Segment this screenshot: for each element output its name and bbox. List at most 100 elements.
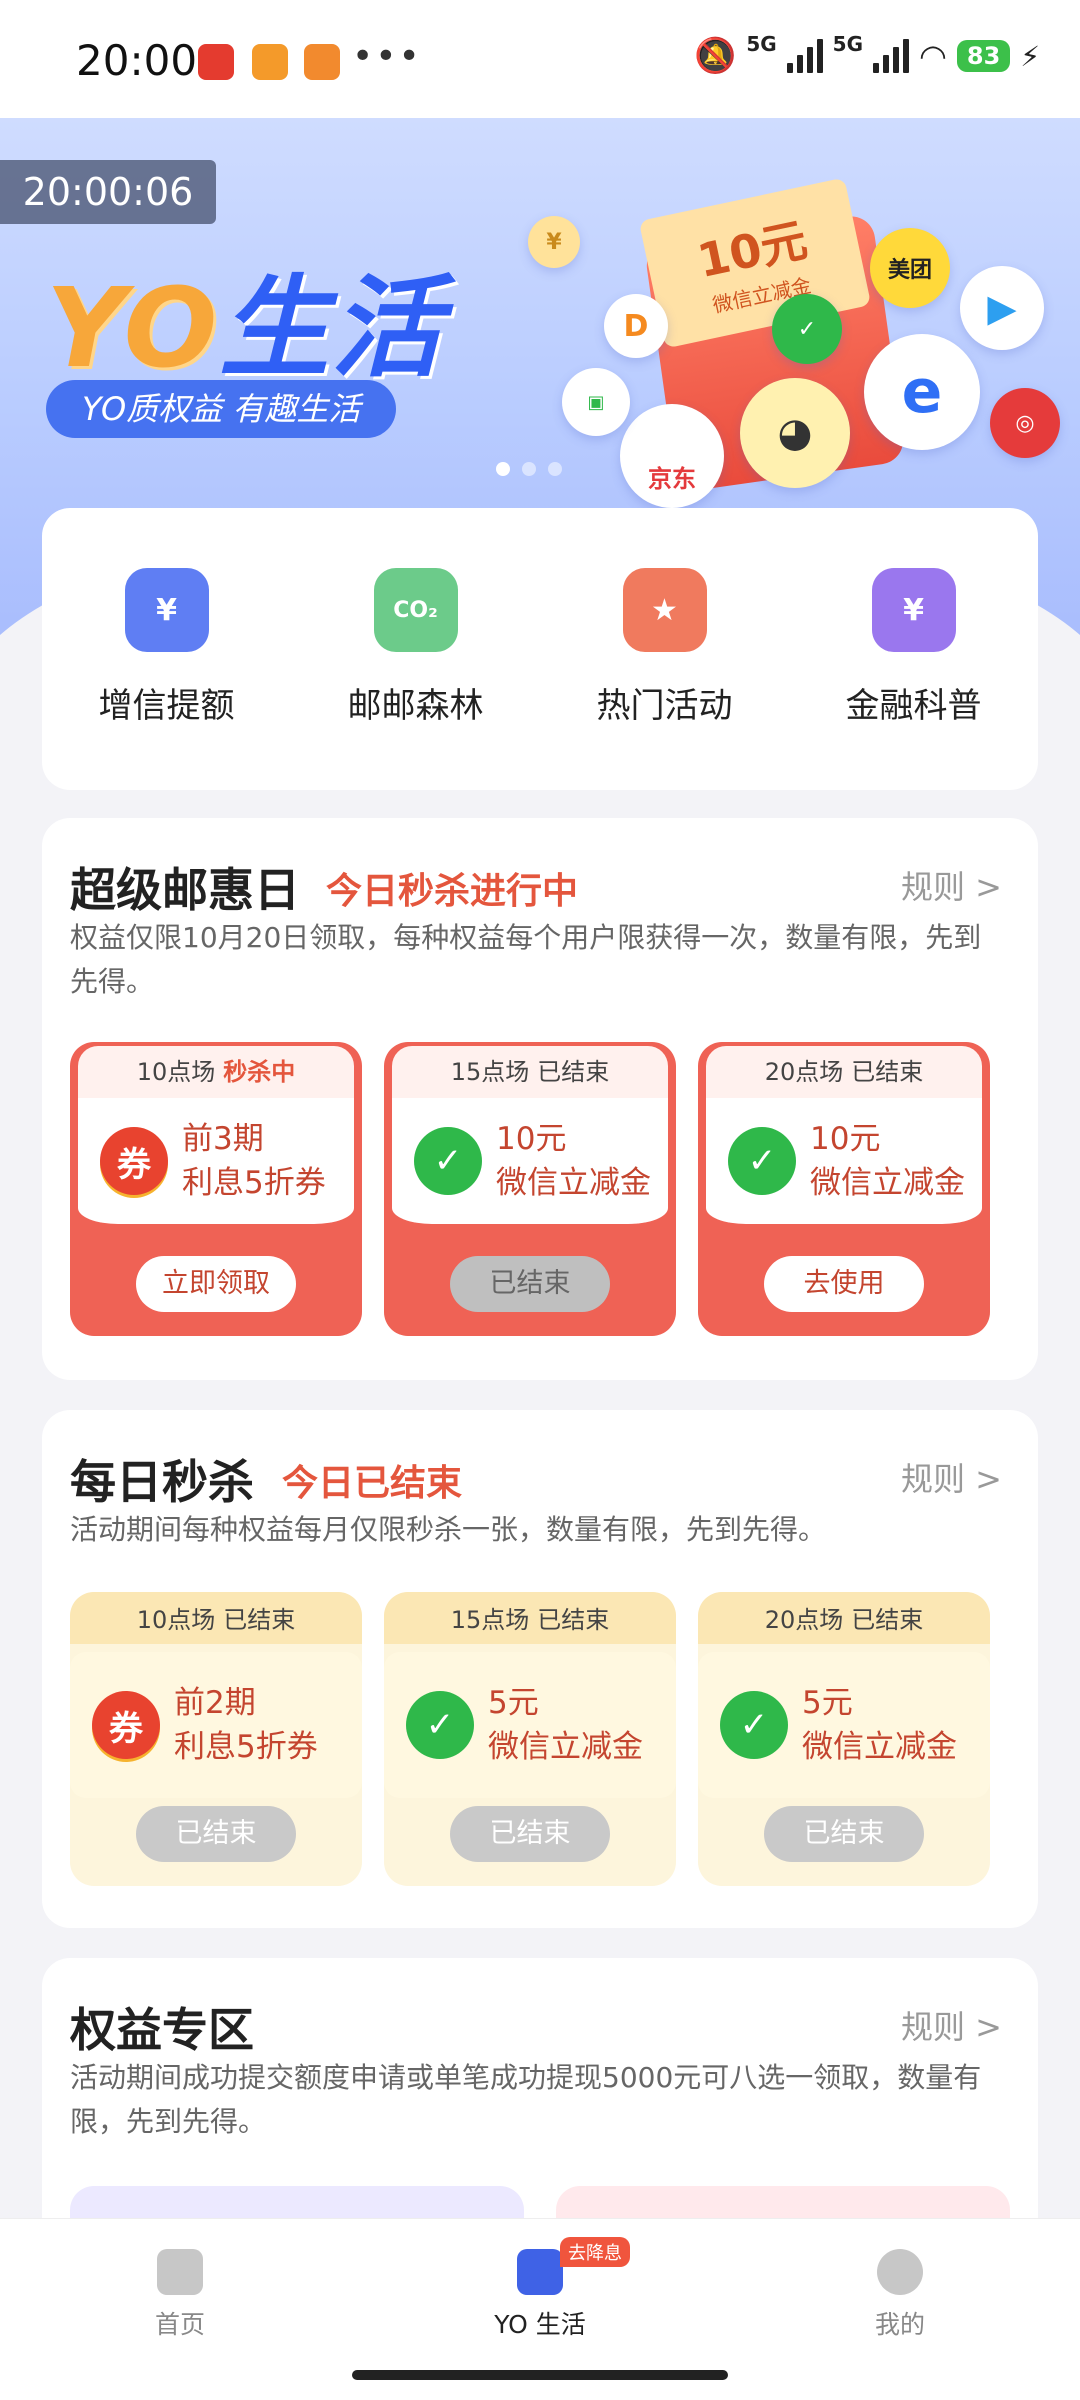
quick-item-label: 金融科普 bbox=[845, 686, 982, 726]
jd-logo: 京东 bbox=[620, 404, 724, 508]
nav-label: 首页 bbox=[154, 2310, 205, 2339]
ticket-body: ✓ 10元 微信立减金 bbox=[392, 1098, 668, 1224]
signal-icon-1 bbox=[786, 39, 823, 73]
ticket-state: 已结束 bbox=[851, 1606, 924, 1634]
quick-item-forest[interactable]: CO₂ 邮邮森林 bbox=[316, 568, 516, 790]
nav-home[interactable]: 首页 bbox=[80, 2249, 280, 2341]
section-title: 超级邮惠日 bbox=[70, 863, 300, 917]
home-icon bbox=[157, 2249, 203, 2295]
ticket-card[interactable]: 15点场 已结束 ✓ 10元 微信立减金 已结束 bbox=[384, 1042, 676, 1336]
home-indicator[interactable] bbox=[352, 2370, 728, 2380]
ticket-session: 10点场 bbox=[136, 1058, 216, 1086]
ticket-line2: 利息5折券 bbox=[174, 1729, 318, 1765]
quick-item-finance[interactable]: ¥ 金融科普 bbox=[814, 568, 1014, 790]
signal-icon-2 bbox=[873, 39, 909, 73]
nav-badge: 去降息 bbox=[560, 2237, 630, 2267]
banner-title: YO生活 bbox=[46, 238, 443, 398]
ticket-card[interactable]: 10点场 已结束 券 前2期 利息5折券 已结束 bbox=[70, 1592, 362, 1886]
meituan-logo: 美团 bbox=[870, 228, 950, 308]
battery-icon: 83 bbox=[956, 40, 1011, 72]
ticket-session: 10点场 bbox=[136, 1606, 216, 1634]
section-description: 活动期间成功提交额度申请或单笔成功提现5000元可八选一领取，数量有限，先到先得… bbox=[70, 2061, 982, 2138]
ticket-header: 15点场 已结束 bbox=[384, 1592, 676, 1644]
wechat-icon: ✓ bbox=[406, 1691, 474, 1759]
music-app-logo: ◎ bbox=[990, 388, 1060, 458]
nav-label: 我的 bbox=[874, 2310, 925, 2339]
quick-menu: ¥ 增信提额 CO₂ 邮邮森林 ★ 热门活动 ¥ 金融科普 bbox=[42, 508, 1038, 790]
ended-button[interactable]: 已结束 bbox=[450, 1806, 610, 1862]
nav-mine[interactable]: 我的 bbox=[800, 2249, 1000, 2341]
search-doc-icon: ¥ bbox=[871, 568, 956, 652]
banner-title-yo: YO bbox=[46, 264, 220, 392]
shield-app-icon bbox=[252, 44, 288, 80]
ticket-text: 10元 微信立减金 bbox=[810, 1117, 965, 1205]
didi-logo: D bbox=[604, 294, 668, 358]
ticket-line1: 5元 bbox=[488, 1685, 539, 1721]
video-app-logo: ▶ bbox=[960, 266, 1044, 350]
ticket-list: 10点场 秒杀中 券 前3期 利息5折券 立即领取 15点场 已结束 ✓ 10元 微信立… bbox=[70, 1042, 990, 1336]
section-status: 今日秒杀进行中 bbox=[326, 871, 579, 912]
section-description: 权益仅限10月20日领取，每种权益每个用户限获得一次，数量有限，先到先得。 bbox=[70, 921, 982, 998]
ticket-session: 15点场 bbox=[450, 1058, 530, 1086]
ticket-line1: 5元 bbox=[802, 1685, 853, 1721]
quick-item-events[interactable]: ★ 热门活动 bbox=[565, 568, 765, 790]
carousel-dot-3[interactable] bbox=[548, 462, 562, 476]
super-day-section: 超级邮惠日 今日秒杀进行中 规则 > 权益仅限10月20日领取，每种权益每个用户… bbox=[42, 818, 1038, 1380]
ticket-text: 前2期 利息5折券 bbox=[174, 1681, 318, 1769]
ticket-header: 10点场 已结束 bbox=[70, 1592, 362, 1644]
status-bar: 20:00 ••• 🔕 5G 5G ◠ 83 ⚡ bbox=[0, 0, 1080, 118]
nav-label: YO 生活 bbox=[494, 2310, 586, 2339]
ended-button[interactable]: 已结束 bbox=[450, 1256, 610, 1312]
ticket-card[interactable]: 20点场 已结束 ✓ 10元 微信立减金 去使用 bbox=[698, 1042, 990, 1336]
daily-flash-section: 每日秒杀 今日已结束 规则 > 活动期间每种权益每月仅限秒杀一张，数量有限，先到… bbox=[42, 1410, 1038, 1928]
ticket-session: 15点场 bbox=[450, 1606, 530, 1634]
ticket-text: 10元 微信立减金 bbox=[496, 1117, 651, 1205]
claim-button[interactable]: 立即领取 bbox=[136, 1256, 296, 1312]
ticket-header: 10点场 秒杀中 bbox=[78, 1046, 354, 1098]
ticket-state: 已结束 bbox=[537, 1606, 610, 1634]
ticket-header: 20点场 已结束 bbox=[706, 1046, 982, 1098]
ticket-body: ✓ 10元 微信立减金 bbox=[706, 1098, 982, 1224]
ticket-state: 已结束 bbox=[537, 1058, 610, 1086]
more-notifications-icon: ••• bbox=[352, 36, 422, 77]
ticket-body: ✓ 5元 微信立减金 bbox=[384, 1652, 676, 1798]
jd-logo-text: 京东 bbox=[648, 464, 696, 493]
wechat-icon: ✓ bbox=[414, 1127, 482, 1195]
ticket-line2: 微信立减金 bbox=[802, 1729, 957, 1765]
ended-button[interactable]: 已结束 bbox=[136, 1806, 296, 1862]
carousel-dot-2[interactable] bbox=[522, 462, 536, 476]
ticket-card[interactable]: 10点场 秒杀中 券 前3期 利息5折券 立即领取 bbox=[70, 1042, 362, 1336]
nav-yo-life[interactable]: 去降息 YO 生活 bbox=[440, 2237, 640, 2341]
rules-link[interactable]: 规则 > bbox=[901, 862, 1002, 908]
coupon-icon: 券 bbox=[92, 1691, 160, 1759]
mute-icon: 🔕 bbox=[693, 36, 737, 76]
ended-button[interactable]: 已结束 bbox=[764, 1806, 924, 1862]
ticket-text: 5元微信立减金 bbox=[802, 1681, 957, 1769]
section-status: 今日已结束 bbox=[282, 1463, 463, 1504]
e-app-logo: e bbox=[864, 334, 980, 450]
check-badge-icon: ✓ bbox=[772, 294, 842, 364]
use-button[interactable]: 去使用 bbox=[764, 1256, 924, 1312]
status-time: 20:00 bbox=[76, 36, 198, 85]
ticket-text: 前3期 利息5折券 bbox=[182, 1117, 326, 1205]
ticket-line1: 10元 bbox=[810, 1121, 881, 1157]
section-description: 活动期间每种权益每月仅限秒杀一张，数量有限，先到先得。 bbox=[70, 1513, 827, 1546]
bag-star-icon bbox=[517, 2249, 563, 2295]
charging-icon: ⚡ bbox=[1020, 39, 1040, 73]
quick-item-label: 热门活动 bbox=[596, 686, 733, 726]
ticket-state: 已结束 bbox=[851, 1058, 924, 1086]
ticket-state: 秒杀中 bbox=[223, 1058, 296, 1086]
rules-link[interactable]: 规则 > bbox=[901, 1454, 1002, 1500]
network-type-1: 5G bbox=[746, 32, 777, 56]
carousel-dot-1[interactable] bbox=[496, 462, 510, 476]
ticket-body: 券 前2期 利息5折券 bbox=[70, 1652, 362, 1798]
quick-item-credit[interactable]: ¥ 增信提额 bbox=[67, 568, 267, 790]
ticket-card[interactable]: 20点场 已结束 ✓ 5元 微信立减金 已结束 bbox=[698, 1592, 990, 1886]
ticket-state: 已结束 bbox=[223, 1606, 296, 1634]
ticket-header: 20点场 已结束 bbox=[698, 1592, 990, 1644]
rules-link[interactable]: 规则 > bbox=[901, 2002, 1002, 2048]
ticket-card[interactable]: 15点场 已结束 ✓ 5元 微信立减金 已结束 bbox=[384, 1592, 676, 1886]
wifi-icon: ◠ bbox=[919, 37, 947, 75]
quick-item-label: 增信提额 bbox=[98, 686, 235, 726]
ticket-body: 券 前3期 利息5折券 bbox=[78, 1098, 354, 1224]
